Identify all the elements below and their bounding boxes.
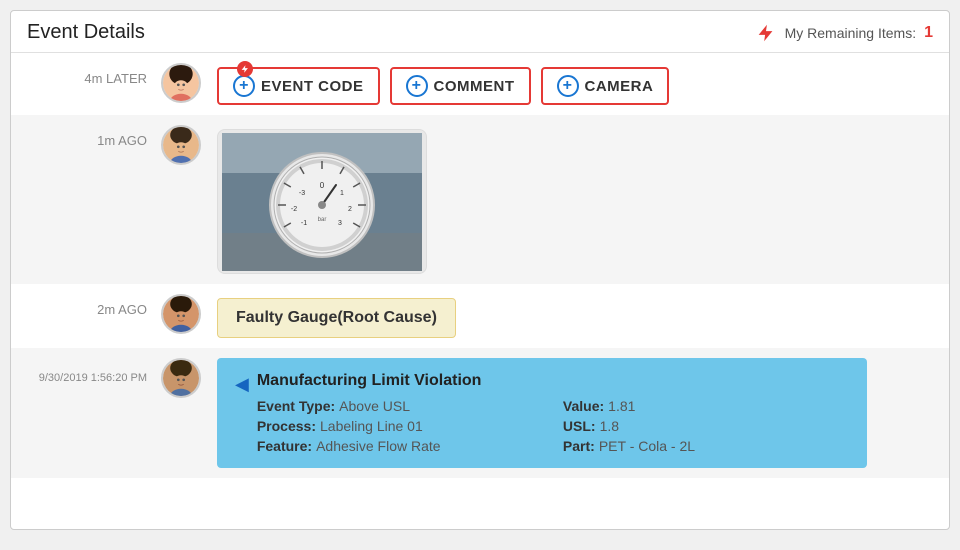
action-buttons-container: + EVENT CODE + COMMENT + CAMERA bbox=[205, 63, 933, 105]
avatar-3 bbox=[161, 294, 201, 334]
comment-label: COMMENT bbox=[434, 78, 515, 95]
avatar-face-3 bbox=[163, 294, 199, 334]
timeline-row-1: 4m LATER bbox=[11, 53, 949, 115]
time-label-4: 9/30/2019 1:56:20 PM bbox=[27, 358, 157, 384]
remaining-count: 1 bbox=[924, 24, 933, 42]
svg-text:-2: -2 bbox=[291, 206, 297, 213]
camera-plus-icon: + bbox=[557, 75, 579, 97]
svg-text:-1: -1 bbox=[301, 220, 307, 227]
header-right: My Remaining Items: 1 bbox=[755, 22, 933, 44]
event-code-badge bbox=[237, 61, 253, 77]
avatar-4 bbox=[161, 358, 201, 398]
gauge-svg: 0 1 2 3 -1 -2 -3 bar bbox=[222, 133, 422, 271]
svg-text:bar: bar bbox=[318, 217, 327, 223]
gauge-image: 0 1 2 3 -1 -2 -3 bar bbox=[217, 129, 427, 274]
value-row: Value: 1.81 bbox=[563, 398, 849, 414]
part-row: Part: PET - Cola - 2L bbox=[563, 438, 849, 454]
page-header: Event Details My Remaining Items: 1 bbox=[11, 11, 949, 53]
event-code-label: EVENT CODE bbox=[261, 78, 364, 95]
page-title: Event Details bbox=[27, 21, 145, 44]
svg-text:0: 0 bbox=[320, 181, 325, 190]
avatar-face-1 bbox=[163, 63, 199, 103]
avatar-1 bbox=[161, 63, 201, 103]
lightning-icon bbox=[755, 22, 777, 44]
event-type-row: Event Type: Above USL bbox=[257, 398, 543, 414]
gauge-container: 0 1 2 3 -1 -2 -3 bar bbox=[205, 125, 933, 274]
camera-label: CAMERA bbox=[585, 78, 654, 95]
usl-label: USL: bbox=[563, 418, 596, 434]
event-type-label: Event Type: bbox=[257, 398, 335, 414]
svg-text:-3: -3 bbox=[299, 190, 305, 197]
feature-row: Feature: Adhesive Flow Rate bbox=[257, 438, 543, 454]
event-card-content: ◀ Manufacturing Limit Violation Event Ty… bbox=[235, 372, 849, 454]
usl-value: 1.8 bbox=[600, 418, 619, 434]
event-card-container: ◀ Manufacturing Limit Violation Event Ty… bbox=[205, 358, 933, 468]
event-card-title: Manufacturing Limit Violation bbox=[257, 372, 849, 390]
timeline-row-4: 9/30/2019 1:56:20 PM bbox=[11, 348, 949, 478]
time-label-2: 1m AGO bbox=[27, 125, 157, 148]
event-card: ◀ Manufacturing Limit Violation Event Ty… bbox=[217, 358, 867, 468]
time-label-3: 2m AGO bbox=[27, 294, 157, 317]
feature-label: Feature: bbox=[257, 438, 312, 454]
event-type-value: Above USL bbox=[339, 398, 410, 414]
usl-row: USL: 1.8 bbox=[563, 418, 849, 434]
arrow-icon: ◀ bbox=[235, 374, 249, 395]
avatar-col-3 bbox=[157, 294, 205, 334]
svg-text:3: 3 bbox=[338, 220, 342, 227]
svg-text:1: 1 bbox=[340, 190, 344, 197]
avatar-col-4 bbox=[157, 358, 205, 398]
camera-button[interactable]: + CAMERA bbox=[541, 67, 670, 105]
value-label: Value: bbox=[563, 398, 604, 414]
faulty-label-container: Faulty Gauge(Root Cause) bbox=[205, 294, 933, 338]
process-row: Process: Labeling Line 01 bbox=[257, 418, 543, 434]
time-label-1: 4m LATER bbox=[27, 63, 157, 86]
main-container: Event Details My Remaining Items: 1 4m L… bbox=[10, 10, 950, 530]
avatar-face-4 bbox=[163, 358, 199, 398]
timeline-row-3: 2m AGO Faulty Gauge(Root Cause) bbox=[11, 284, 949, 348]
process-value: Labeling Line 01 bbox=[320, 418, 423, 434]
avatar-col-2 bbox=[157, 125, 205, 165]
avatar-2 bbox=[161, 125, 201, 165]
feature-value: Adhesive Flow Rate bbox=[316, 438, 441, 454]
svg-text:2: 2 bbox=[348, 206, 352, 213]
remaining-label: My Remaining Items: bbox=[785, 25, 916, 41]
timeline-row-2: 1m AGO bbox=[11, 115, 949, 284]
faulty-label: Faulty Gauge(Root Cause) bbox=[217, 298, 456, 338]
action-buttons: + EVENT CODE + COMMENT + CAMERA bbox=[217, 63, 933, 105]
comment-button[interactable]: + COMMENT bbox=[390, 67, 531, 105]
timeline: 4m LATER bbox=[11, 53, 949, 518]
event-code-button[interactable]: + EVENT CODE bbox=[217, 67, 380, 105]
event-code-plus-icon: + bbox=[233, 75, 255, 97]
part-value: PET - Cola - 2L bbox=[599, 438, 695, 454]
event-details-grid: Event Type: Above USL Value: 1.81 Proces… bbox=[257, 398, 849, 454]
value-value: 1.81 bbox=[608, 398, 635, 414]
avatar-face-2 bbox=[163, 125, 199, 165]
avatar-col-1 bbox=[157, 63, 205, 103]
process-label: Process: bbox=[257, 418, 316, 434]
part-label: Part: bbox=[563, 438, 595, 454]
comment-plus-icon: + bbox=[406, 75, 428, 97]
